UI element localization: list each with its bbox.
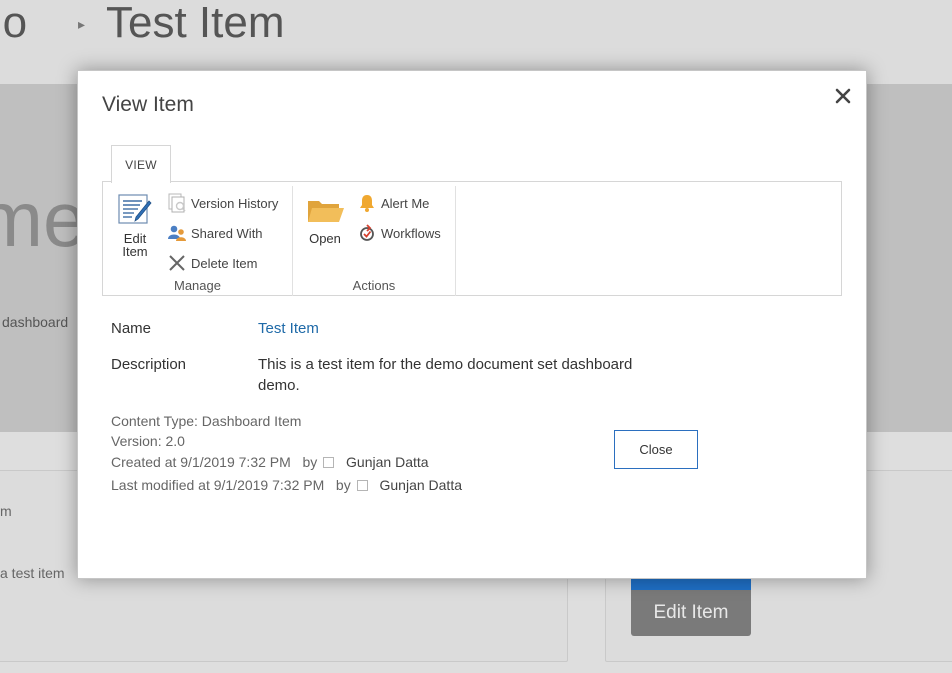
edit-item-label: Edit Item: [122, 231, 148, 259]
version-text: Version: 2.0: [111, 433, 185, 449]
shared-with-button[interactable]: Shared With: [167, 221, 263, 245]
by-text: by: [302, 454, 318, 470]
created-info: Created at 9/1/2019 7:32 PM by Gunjan Da…: [111, 454, 429, 470]
breadcrumb-separator-icon: ▸: [78, 16, 86, 32]
hero-subtitle: dashboard: [2, 314, 69, 330]
item-name-link[interactable]: Test Item: [258, 320, 319, 337]
breadcrumb-parent[interactable]: mo: [0, 0, 27, 48]
open-label: Open: [309, 231, 341, 246]
created-text: Created at 9/1/2019 7:32 PM: [111, 454, 291, 470]
close-button[interactable]: Close: [614, 430, 698, 469]
tab-view[interactable]: VIEW: [111, 145, 171, 183]
name-value: Test Item: [258, 318, 678, 339]
modified-text: Last modified at 9/1/2019 7:32 PM: [111, 477, 325, 493]
delete-icon: [167, 253, 187, 273]
ribbon: Edit Item Version History Shared With De…: [102, 181, 842, 296]
breadcrumb-current: Test Item: [106, 0, 285, 47]
ribbon-group-manage: Edit Item Version History Shared With De…: [103, 186, 293, 296]
close-icon[interactable]: [832, 85, 854, 107]
presence-checkbox[interactable]: [356, 480, 368, 491]
background-edit-item-button: Edit Item: [631, 590, 751, 636]
dialog-title: View Item: [102, 93, 194, 116]
card-text: a test item: [0, 565, 65, 581]
view-item-dialog: View Item VIEW Edit Item Version History…: [77, 70, 867, 579]
edit-item-icon: [113, 192, 157, 228]
shared-with-label: Shared With: [191, 225, 263, 241]
ribbon-group-actions: Open Alert Me Workflows Actions: [293, 186, 456, 296]
folder-icon: [303, 192, 347, 228]
shared-with-icon: [167, 223, 187, 243]
description-label: Description: [111, 356, 187, 373]
edit-item-button[interactable]: Edit Item: [113, 192, 157, 258]
version-history-label: Version History: [191, 195, 279, 211]
workflows-label: Workflows: [381, 225, 441, 241]
description-value: This is a test item for the demo documen…: [258, 356, 633, 394]
workflows-button[interactable]: Workflows: [357, 221, 441, 245]
open-button[interactable]: Open: [303, 192, 347, 245]
card-text: m: [0, 503, 12, 519]
alert-me-button[interactable]: Alert Me: [357, 191, 429, 215]
hero-title: me: [0, 175, 87, 263]
by-text: by: [335, 477, 351, 493]
created-by-user[interactable]: Gunjan Datta: [346, 454, 429, 470]
group-label-actions: Actions: [352, 278, 396, 293]
version-history-button[interactable]: Version History: [167, 191, 278, 215]
workflow-icon: [357, 223, 377, 243]
version-history-icon: [167, 193, 187, 213]
content-type-text: Content Type: Dashboard Item: [111, 413, 302, 429]
delete-item-button[interactable]: Delete Item: [167, 251, 257, 275]
delete-item-label: Delete Item: [191, 255, 258, 271]
presence-checkbox[interactable]: [323, 457, 335, 468]
modified-by-user[interactable]: Gunjan Datta: [380, 477, 463, 493]
group-label-manage: Manage: [174, 278, 221, 293]
alert-me-label: Alert Me: [381, 195, 430, 211]
name-label: Name: [111, 320, 152, 337]
bell-icon: [357, 193, 377, 213]
modified-info: Last modified at 9/1/2019 7:32 PM by Gun…: [111, 477, 462, 493]
